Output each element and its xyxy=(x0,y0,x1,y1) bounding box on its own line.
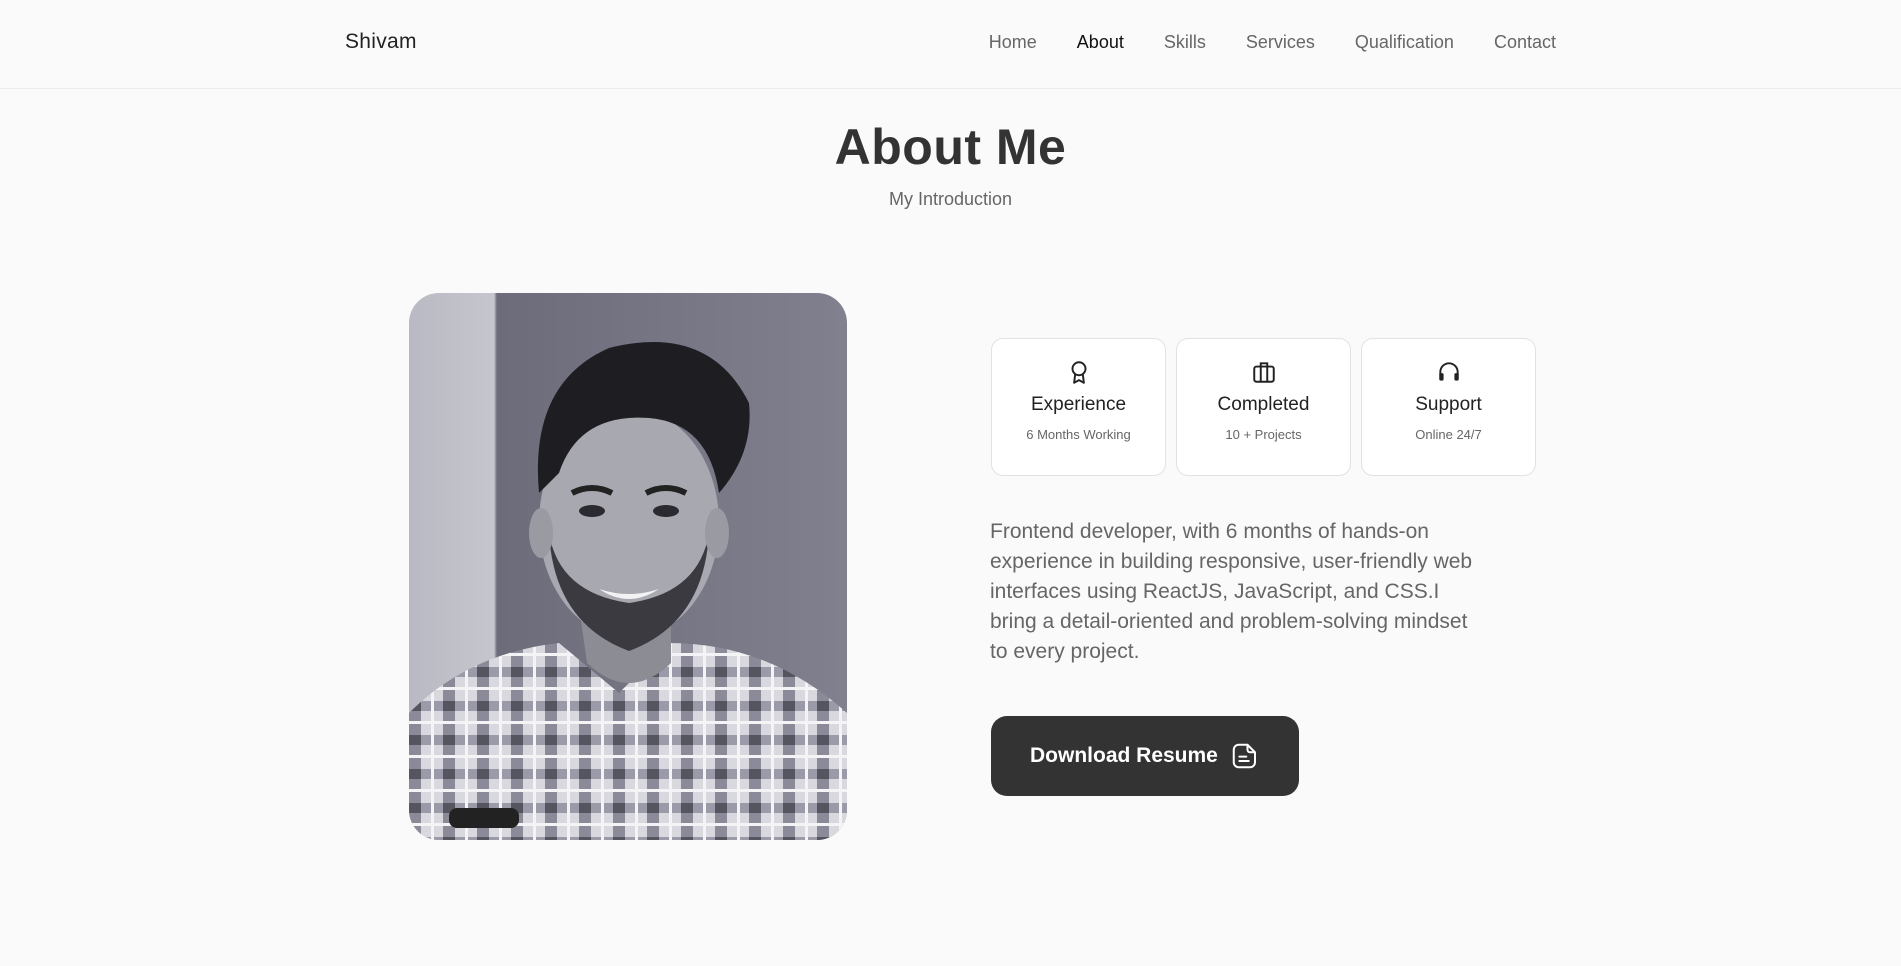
card-completed: Completed 10 + Projects xyxy=(1176,338,1351,476)
award-icon xyxy=(1071,361,1086,384)
card-experience: Experience 6 Months Working xyxy=(991,338,1166,476)
card-title: Experience xyxy=(1030,394,1127,415)
nav-services[interactable]: Services xyxy=(1246,32,1315,53)
card-title: Completed xyxy=(1217,394,1310,415)
stats-cards: Experience 6 Months Working Completed 10… xyxy=(991,338,1536,476)
document-icon xyxy=(1232,743,1256,769)
card-subtitle: 10 + Projects xyxy=(1225,427,1302,442)
section-subtitle: My Introduction xyxy=(888,189,1013,209)
card-subtitle: Online 24/7 xyxy=(1415,427,1482,442)
card-title: Support xyxy=(1415,394,1482,415)
nav-skills[interactable]: Skills xyxy=(1164,32,1206,53)
nav-about[interactable]: About xyxy=(1077,32,1124,53)
main-nav: Home About Skills Services Qualification… xyxy=(989,32,1556,53)
card-support: Support Online 24/7 xyxy=(1361,338,1536,476)
profile-photo-illustration xyxy=(409,342,847,840)
download-resume-button[interactable]: Download Resume xyxy=(991,716,1299,796)
headset-icon xyxy=(1438,362,1459,381)
section-title: About Me xyxy=(834,119,1067,175)
profile-photo xyxy=(409,293,847,840)
card-subtitle: 6 Months Working xyxy=(1026,427,1131,442)
nav-home[interactable]: Home xyxy=(989,32,1037,53)
button-label: Download Resume xyxy=(1030,744,1218,767)
nav-contact[interactable]: Contact xyxy=(1494,32,1556,53)
briefcase-icon xyxy=(1252,362,1275,383)
about-description: Frontend developer, with 6 months of han… xyxy=(990,520,1473,663)
logo[interactable]: Shivam xyxy=(345,30,417,54)
site-header: Shivam Home About Skills Services Qualif… xyxy=(0,0,1901,89)
nav-qualification[interactable]: Qualification xyxy=(1355,32,1454,53)
